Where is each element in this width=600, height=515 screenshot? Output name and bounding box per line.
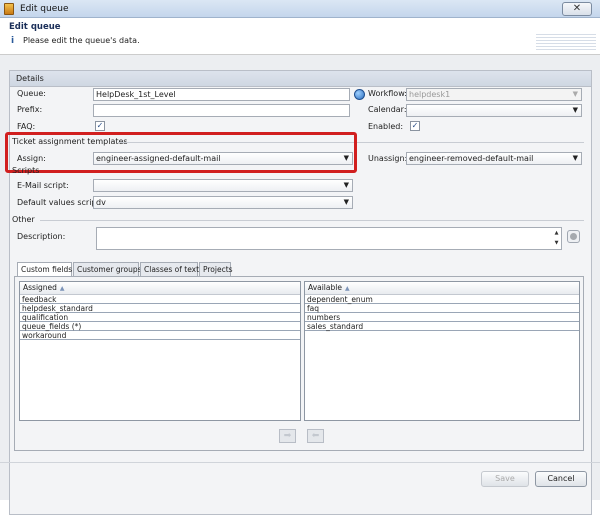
chevron-down-icon: ▼ [343, 198, 349, 206]
close-button[interactable]: ✕ [562, 2, 592, 16]
window-title: Edit queue [20, 4, 69, 14]
highlight-annotation [5, 132, 357, 173]
workflow-select: helpdesk1 ▼ [406, 88, 582, 101]
header-decoration [536, 32, 596, 52]
unassign-value: engineer-removed-default-mail [409, 154, 534, 163]
tab-custom-fields[interactable]: Custom fields [17, 262, 72, 277]
list-item[interactable]: numbers [305, 313, 579, 322]
description-textarea[interactable] [96, 227, 562, 250]
tab-customer-groups[interactable]: Customer groups [73, 262, 142, 276]
tab-classes-of-text[interactable]: Classes of text [140, 262, 199, 276]
assigned-list[interactable]: Assigned ▲ feedback helpdesk_standard qua… [19, 281, 301, 421]
assigned-header-label: Assigned [23, 283, 57, 292]
other-section-title: Other [12, 215, 35, 224]
calendar-select[interactable]: ▼ [406, 104, 582, 117]
chevron-down-icon: ▼ [343, 181, 349, 189]
dialog-title: Edit queue [9, 22, 61, 32]
list-item[interactable]: dependent_enum [305, 295, 579, 304]
dialog-header: Edit queue i Please edit the queue's dat… [0, 18, 600, 55]
assigned-list-header[interactable]: Assigned ▲ [20, 282, 300, 295]
translate-globe-icon[interactable] [354, 89, 365, 100]
dialog-subtitle: Please edit the queue's data. [23, 36, 140, 45]
move-right-button[interactable]: ➡ [279, 429, 296, 443]
unassign-label: Unassign: [368, 154, 408, 163]
available-list-header[interactable]: Available ▲ [305, 282, 579, 295]
list-item[interactable]: sales_standard [305, 322, 579, 331]
info-icon: i [11, 36, 15, 46]
list-item[interactable]: workaround [20, 331, 300, 340]
move-left-button[interactable]: ⬅ [307, 429, 324, 443]
details-section-title: Details [10, 71, 591, 87]
scripts-section-title: Scripts [12, 166, 40, 175]
default-values-script-select[interactable]: dv ▼ [93, 196, 353, 209]
available-header-label: Available [308, 283, 342, 292]
chevron-down-icon: ▼ [572, 106, 578, 114]
chevron-down-icon: ▼ [572, 154, 578, 162]
description-spinner[interactable]: ▲ ▼ [552, 228, 561, 249]
section-divider [40, 220, 584, 221]
queue-label: Queue: [17, 89, 46, 98]
list-item[interactable]: feedback [20, 295, 300, 304]
faq-checkbox[interactable]: ✓ [95, 121, 105, 131]
faq-label: FAQ: [17, 122, 36, 131]
calendar-label: Calendar: [368, 105, 407, 114]
queue-input[interactable]: HelpDesk_1st_Level [93, 88, 350, 101]
sort-asc-icon: ▲ [59, 285, 65, 292]
workflow-value: helpdesk1 [409, 90, 451, 99]
description-label: Description: [17, 232, 66, 241]
circle-icon [570, 233, 577, 240]
prefix-label: Prefix: [17, 105, 43, 114]
workflow-label: Workflow: [368, 89, 407, 98]
available-list[interactable]: Available ▲ dependent_enum faq numbers sa… [304, 281, 580, 421]
list-item[interactable]: qualification [20, 313, 300, 322]
custom-fields-pane: Assigned ▲ feedback helpdesk_standard qua… [14, 276, 584, 451]
tab-projects[interactable]: Projects [199, 262, 233, 276]
list-item[interactable]: helpdesk_standard [20, 304, 300, 313]
chevron-down-icon: ▼ [572, 90, 578, 98]
arrow-right-icon: ➡ [283, 431, 292, 441]
app-icon [4, 3, 14, 15]
window-titlebar: Edit queue ✕ [0, 0, 600, 18]
spin-down-icon[interactable]: ▼ [552, 238, 561, 248]
footer-divider [0, 462, 600, 463]
list-item[interactable]: faq [305, 304, 579, 313]
cancel-button[interactable]: Cancel [535, 471, 587, 487]
arrow-left-icon: ⬅ [311, 431, 320, 441]
save-button[interactable]: Save [481, 471, 529, 487]
list-item[interactable]: queue_fields (*) [20, 322, 300, 331]
enabled-checkbox[interactable]: ✓ [410, 121, 420, 131]
spin-up-icon[interactable]: ▲ [552, 228, 561, 238]
description-extra-button[interactable] [567, 230, 580, 243]
email-script-label: E-Mail script: [17, 181, 69, 190]
default-values-script-label: Default values script: [17, 198, 103, 207]
default-values-script-value: dv [96, 198, 106, 207]
unassign-select[interactable]: engineer-removed-default-mail ▼ [406, 152, 582, 165]
prefix-input[interactable] [93, 104, 350, 117]
enabled-label: Enabled: [368, 122, 404, 131]
email-script-select[interactable]: ▼ [93, 179, 353, 192]
sort-asc-icon: ▲ [344, 285, 350, 292]
